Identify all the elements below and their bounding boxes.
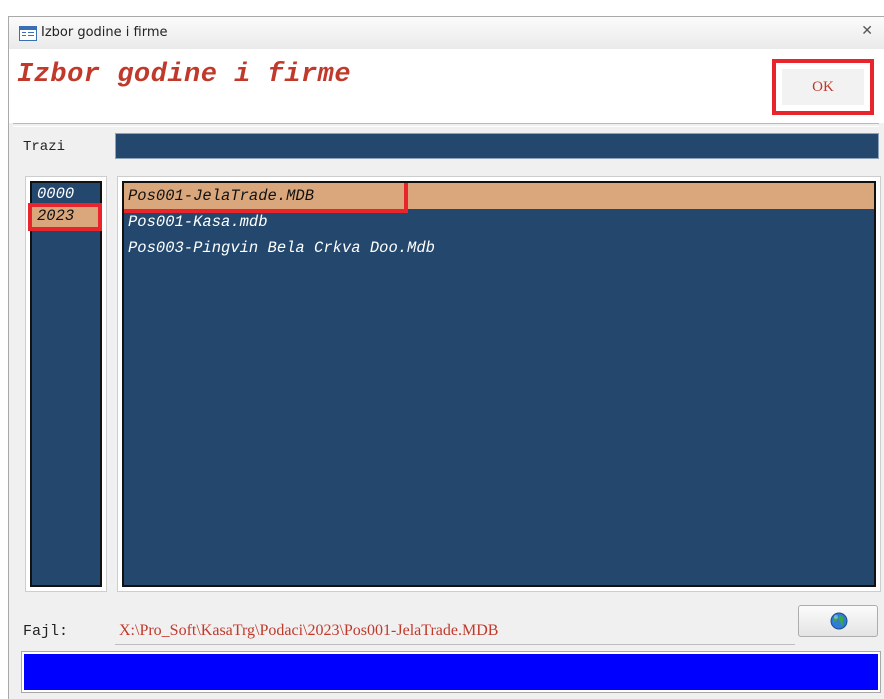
window-title: Izbor godine i firme: [41, 25, 168, 40]
file-list-frame: Pos001-JelaTrade.MDB Pos001-Kasa.mdb Pos…: [117, 176, 881, 592]
year-item-selected[interactable]: 2023: [28, 203, 102, 231]
file-item-label: Pos001-JelaTrade.MDB: [128, 187, 315, 205]
title-bar: Izbor godine i firme ✕: [9, 17, 884, 49]
ok-button[interactable]: OK: [782, 69, 864, 105]
status-bar-frame: [21, 651, 881, 693]
header: Izbor godine i firme OK: [9, 49, 884, 123]
file-item[interactable]: Pos003-Pingvin Bela Crkva Doo.Mdb: [124, 235, 874, 261]
year-item-label: 2023: [37, 207, 75, 225]
form-icon: [19, 26, 37, 41]
close-icon[interactable]: ✕: [861, 23, 873, 39]
globe-icon: [830, 612, 848, 630]
file-item-selected[interactable]: Pos001-JelaTrade.MDB: [124, 183, 874, 213]
status-bar: [24, 654, 878, 690]
divider: [13, 123, 879, 127]
search-input[interactable]: [115, 133, 879, 159]
ok-highlight-box: OK: [772, 59, 874, 115]
dialog-window: Izbor godine i firme ✕ Izbor godine i fi…: [8, 16, 884, 699]
search-label: Trazi: [23, 139, 66, 155]
browse-button[interactable]: [798, 605, 878, 637]
year-item[interactable]: 0000: [32, 183, 100, 205]
page-title: Izbor godine i firme: [17, 60, 352, 90]
path-label: Fajl:: [23, 623, 69, 640]
file-list[interactable]: Pos001-JelaTrade.MDB Pos001-Kasa.mdb Pos…: [122, 181, 876, 587]
year-list-frame: 0000 2023: [25, 176, 107, 592]
year-list[interactable]: 0000 2023: [28, 181, 102, 587]
file-path-field[interactable]: X:\Pro_Soft\KasaTrg\Podaci\2023\Pos001-J…: [115, 617, 795, 645]
file-item[interactable]: Pos001-Kasa.mdb: [124, 209, 874, 235]
